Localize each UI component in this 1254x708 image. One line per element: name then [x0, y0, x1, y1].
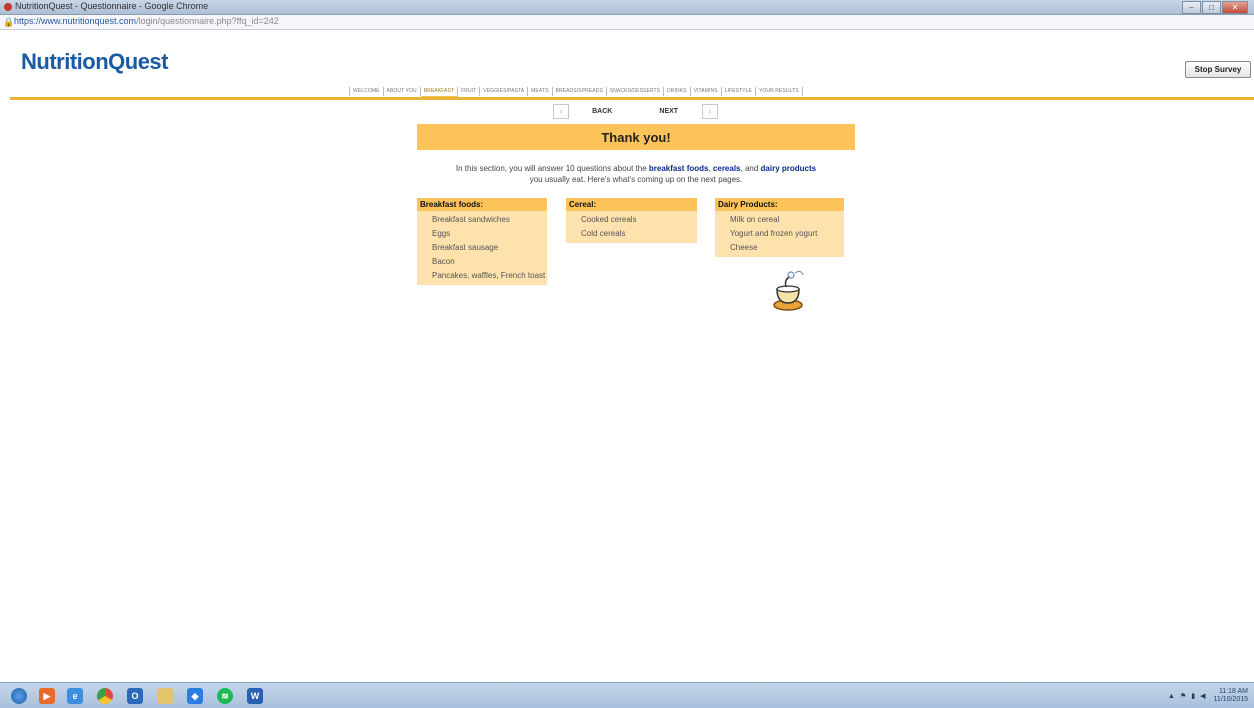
- tab-fruit[interactable]: FRUIT: [458, 87, 481, 96]
- window-controls: – □ ✕: [1181, 1, 1248, 14]
- spotify-icon: ≋: [217, 688, 233, 704]
- intro-dairy: dairy products: [760, 164, 817, 173]
- windows-icon: [11, 688, 27, 704]
- next-button[interactable]: NEXT: [636, 108, 703, 115]
- page-title: Thank you!: [417, 124, 855, 150]
- internet-explorer-icon: e: [67, 688, 83, 704]
- flag-icon[interactable]: ⚑: [1180, 692, 1186, 700]
- minimize-icon[interactable]: –: [1182, 1, 1201, 14]
- tab-your-results[interactable]: YOUR RESULTS: [756, 87, 803, 96]
- category-breakfast: Breakfast foods: Breakfast sandwiches Egg…: [417, 198, 547, 285]
- taskbar-app-outlook[interactable]: O: [124, 686, 146, 706]
- outlook-icon: O: [127, 688, 143, 704]
- taskbar-app-media[interactable]: ▶: [36, 686, 58, 706]
- list-item: Cooked cereals: [581, 215, 637, 224]
- taskbar-app-word[interactable]: W: [244, 686, 266, 706]
- intro-text: In this section, you will answer 10 ques…: [455, 164, 817, 184]
- site-logo[interactable]: NutritionQuest: [21, 49, 169, 75]
- volume-icon[interactable]: ◀: [1200, 692, 1205, 700]
- back-arrow-icon[interactable]: ‹: [553, 103, 569, 119]
- taskbar-app-spotify[interactable]: ≋: [214, 686, 236, 706]
- taskbar-app-ie[interactable]: e: [64, 686, 86, 706]
- header-divider: [10, 97, 1254, 100]
- next-arrow-icon[interactable]: ›: [702, 103, 718, 119]
- tab-about-you[interactable]: ABOUT YOU: [384, 87, 421, 96]
- system-tray: ▲ ⚑ ▮ ◀ 11:18 AM 11/10/2015: [1163, 688, 1248, 704]
- stop-survey-button[interactable]: Stop Survey: [1185, 61, 1251, 78]
- tab-welcome[interactable]: WELCOME: [349, 87, 384, 96]
- taskbar-app-dropbox[interactable]: ◆: [184, 686, 206, 706]
- dropbox-icon: ◆: [187, 688, 203, 704]
- lock-icon: 🔒: [3, 17, 15, 27]
- address-bar[interactable]: 🔒 https://www.nutritionquest.com/login/q…: [0, 15, 1254, 30]
- tab-snacks-desserts[interactable]: SNACKS/DESSERTS: [607, 87, 665, 96]
- favicon-icon: [4, 3, 12, 11]
- intro-cereals: cereals: [712, 164, 741, 173]
- category-title: Cereal:: [566, 198, 697, 211]
- network-icon[interactable]: ▮: [1191, 692, 1195, 700]
- media-player-icon: ▶: [39, 688, 55, 704]
- chrome-icon: [97, 688, 113, 704]
- list-item: Milk on cereal: [730, 215, 780, 224]
- category-title: Dairy Products:: [715, 198, 844, 211]
- category-dairy: Dairy Products: Milk on cereal Yogurt and…: [715, 198, 844, 257]
- tab-lifestyle[interactable]: LIFESTYLE: [722, 87, 756, 96]
- clock[interactable]: 11:18 AM 11/10/2015: [1213, 688, 1248, 704]
- close-icon[interactable]: ✕: [1222, 1, 1248, 14]
- list-item: Cold cereals: [581, 229, 626, 238]
- window-title: NutritionQuest - Questionnaire - Google …: [15, 1, 209, 11]
- tab-vitamins[interactable]: VITAMINS: [691, 87, 722, 96]
- window-titlebar: NutritionQuest - Questionnaire - Google …: [0, 0, 1254, 15]
- list-item: Cheese: [730, 243, 758, 252]
- list-item: Yogurt and frozen yogurt: [730, 229, 818, 238]
- tab-meats[interactable]: MEATS: [528, 87, 553, 96]
- cereal-bowl-icon: [773, 270, 804, 311]
- taskbar: ▶ e O ◆ ≋ W ▲ ⚑ ▮ ◀ 11:18 AM 11/10/2015: [0, 682, 1254, 708]
- taskbar-app-chrome[interactable]: [94, 686, 116, 706]
- word-icon: W: [247, 688, 263, 704]
- url-text[interactable]: https://www.nutritionquest.com/login/que…: [14, 16, 279, 26]
- list-item: Eggs: [432, 229, 451, 238]
- list-item: Bacon: [432, 257, 455, 266]
- back-next-nav: ‹ BACK NEXT ›: [553, 103, 718, 119]
- list-item: Breakfast sandwiches: [432, 215, 510, 224]
- tab-veggies-pasta[interactable]: VEGGIES/PASTA: [480, 87, 529, 96]
- category-title: Breakfast foods:: [417, 198, 547, 211]
- tab-drinks[interactable]: DRINKS: [664, 87, 691, 96]
- tray-arrow-icon[interactable]: ▲: [1168, 693, 1175, 700]
- back-button[interactable]: BACK: [569, 108, 636, 115]
- category-cereal: Cereal: Cooked cereals Cold cereals: [566, 198, 697, 243]
- list-item: Breakfast sausage: [432, 243, 499, 252]
- section-tabs: WELCOME ABOUT YOU BREAKFAST FRUIT VEGGIES/PA…: [349, 87, 803, 98]
- intro-breakfast: breakfast foods: [648, 164, 709, 173]
- maximize-icon[interactable]: □: [1202, 1, 1221, 14]
- tab-breads-spreads[interactable]: BREADS/SPREADS: [553, 87, 607, 96]
- list-item: Pancakes, waffles, French toast: [432, 271, 546, 280]
- start-button[interactable]: [8, 686, 30, 706]
- folder-icon: [157, 688, 173, 704]
- taskbar-app-explorer[interactable]: [154, 686, 176, 706]
